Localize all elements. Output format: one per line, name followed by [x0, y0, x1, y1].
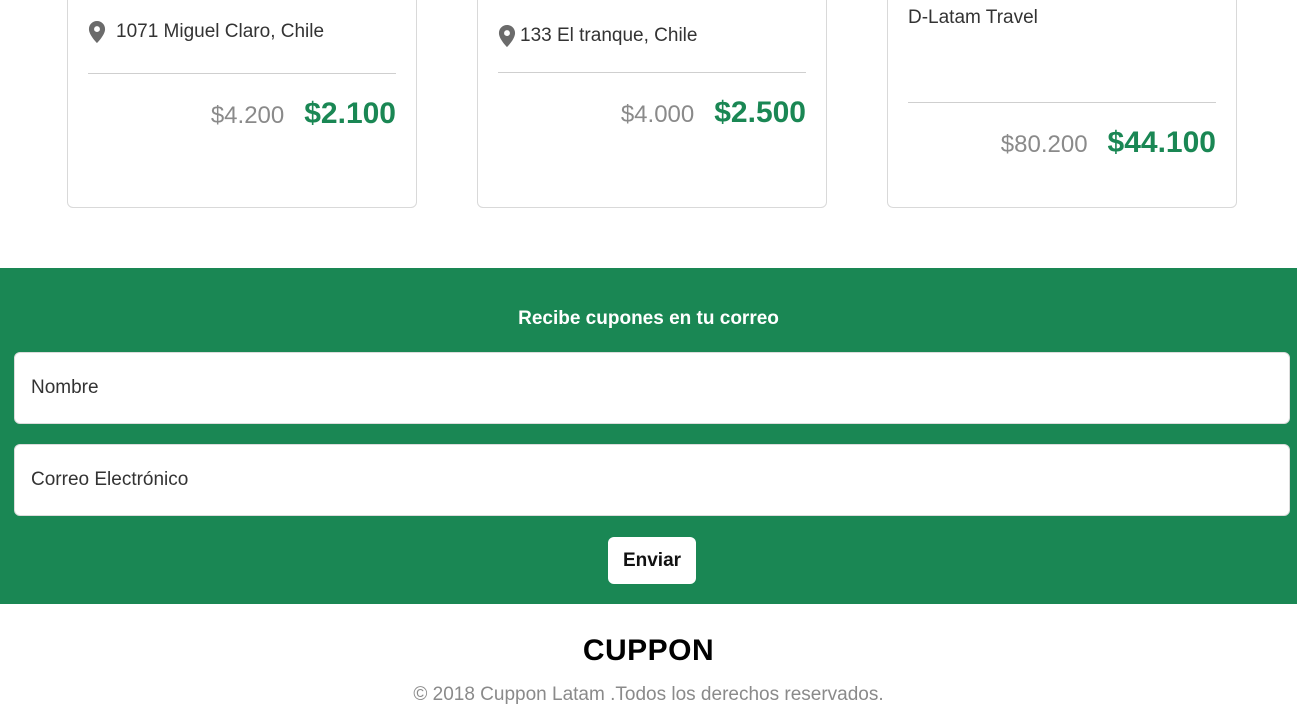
old-price: $80.200: [1000, 131, 1088, 158]
location-text: 133 El tranque, Chile: [520, 25, 698, 46]
coupon-card[interactable]: 133 El tranque, Chile $4.000 $2.500: [477, 0, 827, 208]
submit-button[interactable]: Enviar: [608, 537, 696, 584]
email-input[interactable]: [14, 444, 1290, 516]
discount-price: $44.100: [1107, 126, 1216, 159]
discount-price: $2.500: [714, 96, 806, 129]
card-prices: $80.200 $44.100: [1001, 126, 1216, 160]
old-price: $4.200: [210, 102, 285, 129]
footer-brand: CUPPON: [582, 634, 715, 667]
coupon-card[interactable]: D-Latam Travel $80.200 $44.100: [887, 0, 1237, 208]
card-divider: [88, 73, 396, 74]
card-divider: [498, 72, 806, 73]
card-location: 1071 Miguel Claro, Chile: [88, 21, 324, 43]
card-prices: $4.000 $2.500: [621, 96, 806, 130]
card-divider: [908, 102, 1216, 103]
name-input[interactable]: [14, 352, 1290, 424]
coupon-cards-row: 1071 Miguel Claro, Chile $4.200 $2.100 1…: [0, 0, 1297, 268]
newsletter-section: Recibe cupones en tu correo Enviar: [0, 268, 1297, 604]
coupon-card[interactable]: 1071 Miguel Claro, Chile $4.200 $2.100: [67, 0, 417, 208]
map-pin-icon: [498, 25, 516, 47]
location-text: 1071 Miguel Claro, Chile: [116, 21, 325, 42]
map-pin-icon: [88, 21, 106, 43]
card-prices: $4.200 $2.100: [211, 97, 396, 131]
card-location: 133 El tranque, Chile: [498, 25, 697, 47]
old-price: $4.000: [620, 101, 695, 128]
copyright-text: © 2018 Cuppon Latam .Todos los derechos …: [413, 684, 884, 705]
footer: CUPPON © 2018 Cuppon Latam .Todos los de…: [0, 604, 1297, 723]
discount-price: $2.100: [304, 97, 396, 130]
vendor-name: D-Latam Travel: [908, 7, 1038, 28]
newsletter-title: Recibe cupones en tu correo: [518, 308, 779, 329]
